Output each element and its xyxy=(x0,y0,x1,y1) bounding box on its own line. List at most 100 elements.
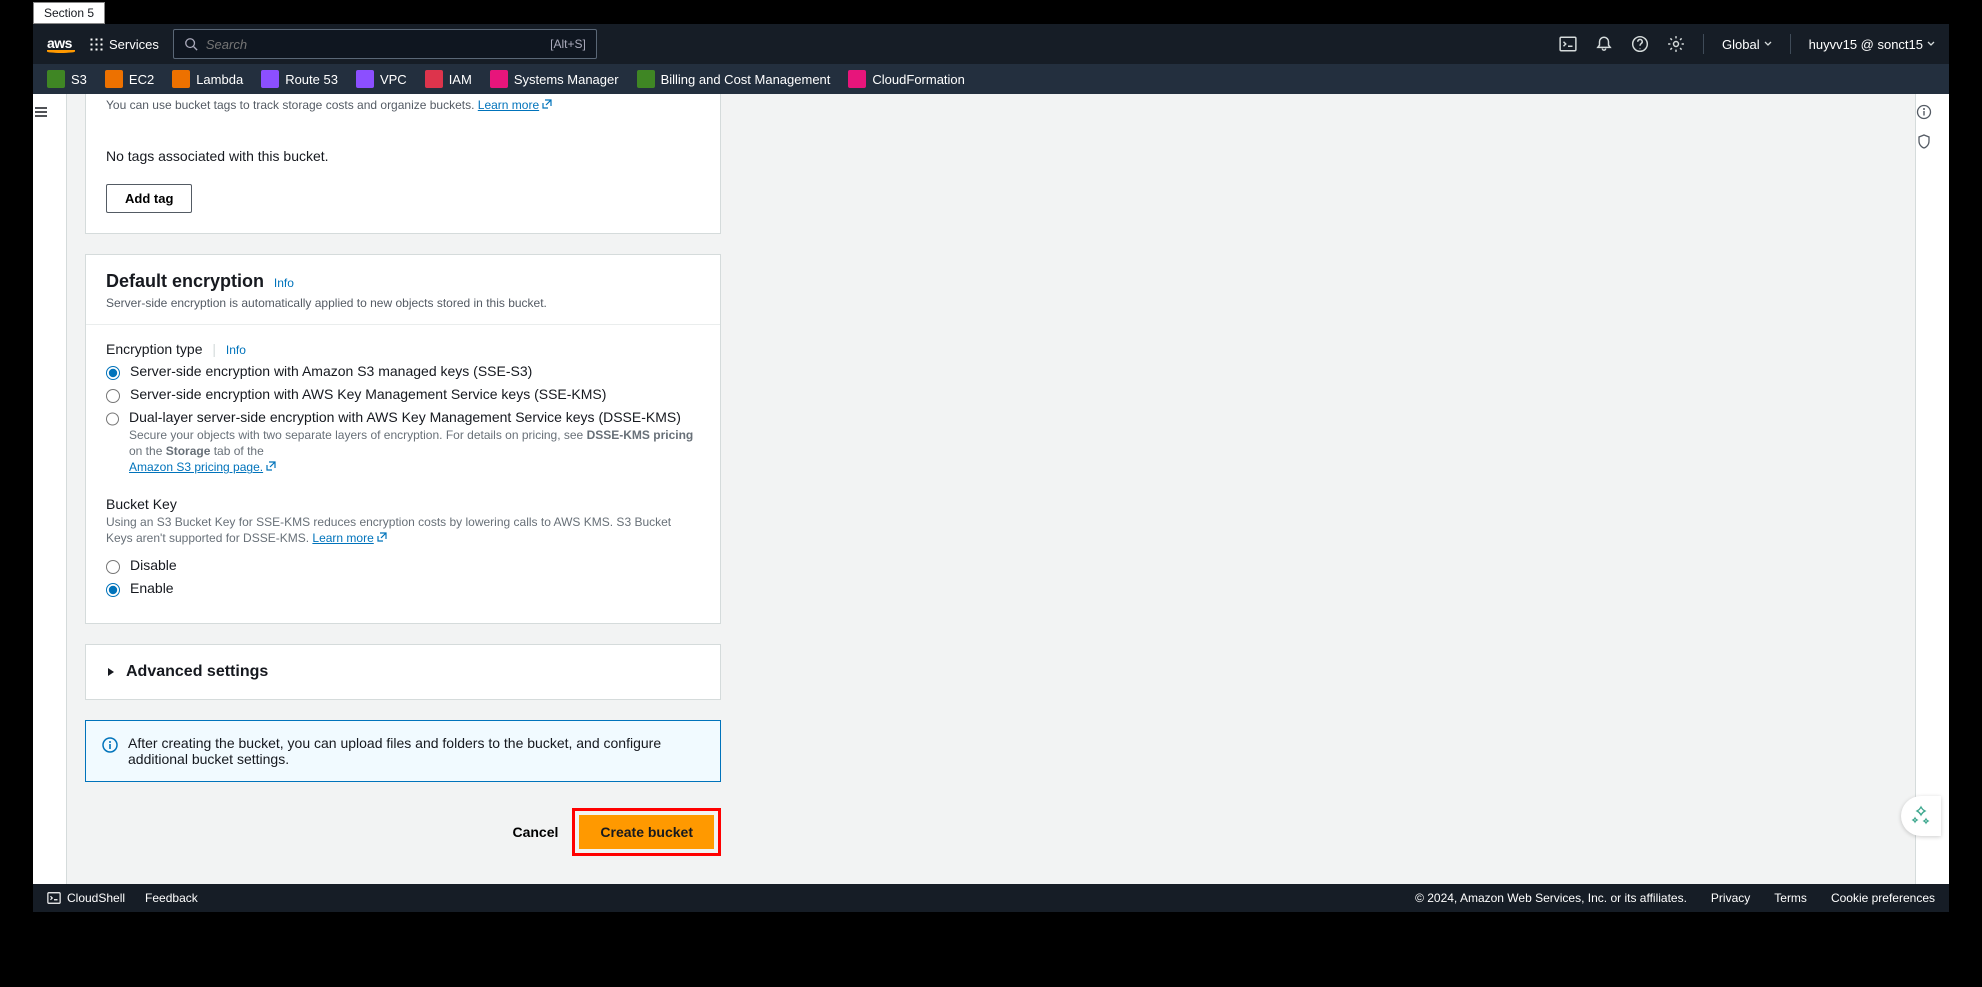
bell-icon[interactable] xyxy=(1595,35,1613,53)
radio-label: Enable xyxy=(130,580,174,596)
user-menu[interactable]: huyvv15 @ sonct15 xyxy=(1809,37,1935,52)
advanced-settings-panel: Advanced settings xyxy=(85,644,721,700)
subnav-item-systems-manager[interactable]: Systems Manager xyxy=(484,70,625,88)
subnav-item-billing-and-cost-management[interactable]: Billing and Cost Management xyxy=(631,70,837,88)
encryption-panel: Default encryption Info Server-side encr… xyxy=(85,254,721,624)
hamburger-icon xyxy=(33,104,49,120)
services-label: Services xyxy=(109,37,159,52)
bucket-key-disable[interactable]: Disable xyxy=(106,557,700,574)
radio-bk-enable[interactable] xyxy=(106,583,120,597)
subnav-label: S3 xyxy=(71,72,87,87)
help-icon[interactable] xyxy=(1631,35,1649,53)
section-tab: Section 5 xyxy=(33,2,105,24)
shield-icon xyxy=(1916,134,1932,150)
bucket-key-enable[interactable]: Enable xyxy=(106,580,700,597)
footer-cloudshell[interactable]: CloudShell xyxy=(47,891,125,905)
external-link-icon xyxy=(376,531,388,543)
security-panel-toggle[interactable] xyxy=(1916,134,1949,150)
encryption-type-label: Encryption type xyxy=(106,341,203,357)
add-tag-button[interactable]: Add tag xyxy=(106,184,192,213)
search-input[interactable] xyxy=(206,37,542,52)
service-icon xyxy=(105,70,123,88)
footer-terms[interactable]: Terms xyxy=(1774,891,1807,905)
subnav-item-route-53[interactable]: Route 53 xyxy=(255,70,344,88)
subnav-item-lambda[interactable]: Lambda xyxy=(166,70,249,88)
search-box[interactable]: [Alt+S] xyxy=(173,29,597,59)
bucket-key-label: Bucket Key xyxy=(106,496,177,512)
bucket-key-learn-more-link[interactable]: Learn more xyxy=(312,531,387,545)
service-icon xyxy=(848,70,866,88)
external-link-icon xyxy=(265,460,277,472)
subnav-item-iam[interactable]: IAM xyxy=(419,70,478,88)
left-rail-toggle[interactable] xyxy=(33,94,67,884)
footer-cloudshell-label: CloudShell xyxy=(67,891,125,905)
pricing-link[interactable]: Amazon S3 pricing page. xyxy=(129,460,277,474)
main-area: You can use bucket tags to track storage… xyxy=(33,94,1949,884)
aws-logo[interactable]: aws xyxy=(47,35,75,53)
service-icon xyxy=(356,70,374,88)
info-panel-toggle[interactable] xyxy=(1916,104,1949,120)
service-icon xyxy=(261,70,279,88)
dsse-desc: Secure your objects with two separate la… xyxy=(129,427,700,476)
search-icon xyxy=(184,37,198,51)
service-icon xyxy=(637,70,655,88)
tags-learn-more-link[interactable]: Learn more xyxy=(478,98,553,112)
footer-cookies[interactable]: Cookie preferences xyxy=(1831,891,1935,905)
info-icon xyxy=(1916,104,1932,120)
subnav-item-vpc[interactable]: VPC xyxy=(350,70,413,88)
encryption-info-link[interactable]: Info xyxy=(274,276,294,290)
services-menu-button[interactable]: Services xyxy=(89,37,159,52)
subnav-label: Systems Manager xyxy=(514,72,619,87)
grid-icon xyxy=(89,37,103,51)
search-shortcut: [Alt+S] xyxy=(550,37,586,51)
footer-privacy[interactable]: Privacy xyxy=(1711,891,1750,905)
cloudshell-icon xyxy=(47,891,61,905)
user-label: huyvv15 @ sonct15 xyxy=(1809,37,1923,52)
subnav-label: CloudFormation xyxy=(872,72,965,87)
encryption-desc: Server-side encryption is automatically … xyxy=(86,296,720,324)
radio-dsse-kms[interactable] xyxy=(106,412,119,426)
footer-feedback[interactable]: Feedback xyxy=(145,891,198,905)
caret-right-icon xyxy=(106,667,116,677)
service-icon xyxy=(490,70,508,88)
radio-label: Server-side encryption with AWS Key Mana… xyxy=(130,386,606,402)
service-icon xyxy=(425,70,443,88)
info-banner-text: After creating the bucket, you can uploa… xyxy=(128,735,704,767)
action-row: Cancel Create bucket xyxy=(85,808,721,856)
encryption-title: Default encryption xyxy=(106,271,264,292)
radio-sse-s3[interactable] xyxy=(106,366,120,380)
gear-icon[interactable] xyxy=(1667,35,1685,53)
tags-hint: You can use bucket tags to track storage… xyxy=(106,98,700,112)
subnav-item-cloudformation[interactable]: CloudFormation xyxy=(842,70,971,88)
subnav-item-ec2[interactable]: EC2 xyxy=(99,70,160,88)
bucket-key-desc: Using an S3 Bucket Key for SSE-KMS reduc… xyxy=(106,514,700,548)
region-selector[interactable]: Global xyxy=(1722,37,1772,52)
radio-sse-kms[interactable] xyxy=(106,389,120,403)
radio-label: Server-side encryption with Amazon S3 ma… xyxy=(130,363,532,379)
external-link-icon xyxy=(541,98,553,110)
service-icon xyxy=(172,70,190,88)
region-label: Global xyxy=(1722,37,1760,52)
content: You can use bucket tags to track storage… xyxy=(67,94,1915,884)
encryption-option-sse-s3[interactable]: Server-side encryption with Amazon S3 ma… xyxy=(106,363,700,380)
encryption-type-info-link[interactable]: Info xyxy=(226,343,246,357)
tags-panel: You can use bucket tags to track storage… xyxy=(85,94,721,234)
create-bucket-button[interactable]: Create bucket xyxy=(579,815,714,849)
chat-fab[interactable] xyxy=(1901,796,1941,836)
encryption-option-dsse-kms[interactable]: Dual-layer server-side encryption with A… xyxy=(106,409,700,476)
ai-chat-icon xyxy=(1909,804,1933,828)
footer-copyright: © 2024, Amazon Web Services, Inc. or its… xyxy=(1415,891,1687,905)
encryption-option-sse-kms[interactable]: Server-side encryption with AWS Key Mana… xyxy=(106,386,700,403)
footer: CloudShell Feedback © 2024, Amazon Web S… xyxy=(33,884,1949,912)
advanced-settings-toggle[interactable]: Advanced settings xyxy=(86,645,720,699)
subnav-label: VPC xyxy=(380,72,407,87)
right-rail xyxy=(1915,94,1949,884)
subnav-label: Lambda xyxy=(196,72,243,87)
cloudshell-icon[interactable] xyxy=(1559,35,1577,53)
radio-bk-disable[interactable] xyxy=(106,560,120,574)
aws-logo-text: aws xyxy=(47,35,72,51)
cancel-button[interactable]: Cancel xyxy=(512,824,558,840)
chevron-down-icon xyxy=(1764,40,1772,48)
subnav-item-s3[interactable]: S3 xyxy=(41,70,93,88)
radio-label: Dual-layer server-side encryption with A… xyxy=(129,409,700,425)
